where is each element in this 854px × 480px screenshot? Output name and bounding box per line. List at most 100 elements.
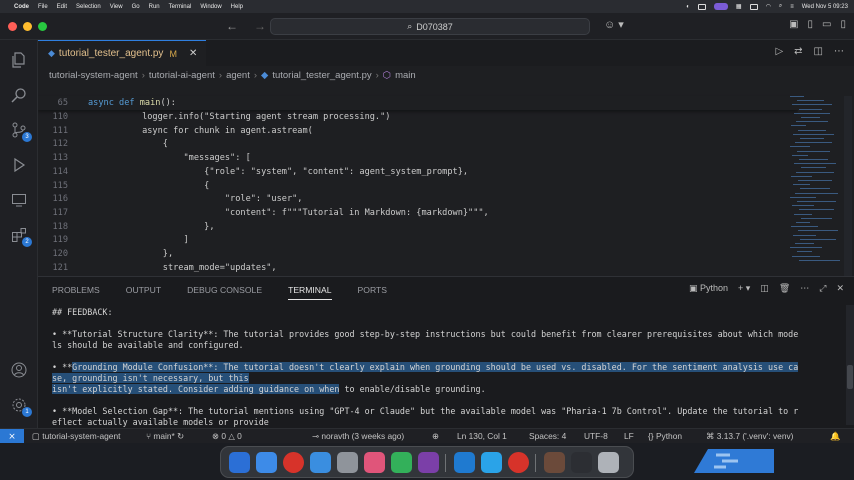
kill-terminal-icon[interactable]: 🗑 bbox=[779, 283, 790, 294]
language-mode[interactable]: {} Python bbox=[648, 431, 682, 441]
search-tray-icon[interactable]: ⌕ bbox=[779, 3, 782, 10]
remote-explorer-icon[interactable] bbox=[9, 190, 29, 210]
run-file-icon[interactable]: ▷ bbox=[775, 46, 783, 57]
open-changes-icon[interactable]: ⇄ bbox=[794, 46, 802, 57]
breadcrumb-item[interactable]: tutorial-system-agent bbox=[49, 70, 138, 81]
finder-icon[interactable] bbox=[229, 452, 250, 473]
trash-icon[interactable] bbox=[598, 452, 619, 473]
menu-run[interactable]: Run bbox=[149, 4, 160, 10]
grid-tray-icon[interactable]: ▦ bbox=[736, 3, 742, 10]
code-editor[interactable]: 65 async def main(): 110 logger.info("St… bbox=[38, 83, 798, 276]
close-panel-icon[interactable]: ✕ bbox=[836, 283, 844, 294]
chrome-icon[interactable] bbox=[283, 452, 304, 473]
slack-icon[interactable] bbox=[364, 452, 385, 473]
tab-terminal[interactable]: TERMINAL bbox=[288, 285, 332, 300]
problems-count[interactable]: ⊗ 0 △ 0 bbox=[212, 431, 242, 441]
editor-scrollbar[interactable] bbox=[844, 96, 852, 276]
menu-help[interactable]: Help bbox=[231, 4, 243, 10]
branch-folder[interactable]: ▢ tutorial-system-agent bbox=[32, 431, 120, 441]
more-actions-icon[interactable]: ⋯ bbox=[834, 46, 844, 57]
forward-arrow-icon[interactable]: → bbox=[254, 19, 266, 33]
terminal-icon: ▣ bbox=[688, 283, 698, 293]
manage-gear-icon[interactable]: 1 bbox=[9, 395, 32, 417]
terminal-output[interactable]: ## FEEDBACK: • **Tutorial Structure Clar… bbox=[52, 307, 842, 439]
explorer-icon[interactable] bbox=[9, 50, 29, 70]
toggle-secondary-sidebar-icon[interactable]: ▯ bbox=[840, 19, 846, 30]
safari-icon[interactable] bbox=[310, 452, 331, 473]
window-tray-icon[interactable] bbox=[697, 3, 706, 10]
minimap-line bbox=[796, 171, 834, 173]
menu-selection[interactable]: Selection bbox=[76, 4, 101, 10]
split-editor-icon[interactable]: ◫ bbox=[814, 46, 823, 57]
window-thumbnail-icon[interactable] bbox=[544, 452, 565, 473]
search-view-icon[interactable] bbox=[9, 85, 29, 105]
terminal-scrollbar[interactable] bbox=[846, 305, 854, 425]
git-blame[interactable]: ⊸ noravth (3 weeks ago) bbox=[312, 431, 404, 441]
notifications-icon[interactable]: 🔔 bbox=[830, 431, 840, 442]
window-thumbnail-icon[interactable] bbox=[571, 452, 592, 473]
minimap-line bbox=[793, 184, 810, 186]
close-window-button[interactable] bbox=[8, 22, 17, 31]
toggle-panel-icon[interactable]: ▭ bbox=[822, 19, 831, 30]
command-center-search[interactable]: ⌕ D070387 bbox=[270, 18, 590, 35]
python-interpreter[interactable]: ⌘ 3.13.7 ('.venv': venv) bbox=[706, 431, 793, 441]
control-center-icon[interactable]: ≡ bbox=[790, 4, 794, 10]
extensions-icon[interactable]: 2 bbox=[9, 225, 32, 247]
run-debug-icon[interactable] bbox=[9, 155, 29, 175]
menu-app-name[interactable]: Code bbox=[14, 4, 29, 10]
clock[interactable]: Wed Nov 5 09:23 bbox=[802, 4, 848, 10]
more-icon[interactable]: ⋯ bbox=[800, 283, 809, 294]
end-of-line[interactable]: LF bbox=[624, 431, 634, 441]
breadcrumb-item[interactable]: agent bbox=[226, 70, 250, 81]
customize-layout-icon[interactable]: ▣ bbox=[789, 19, 798, 30]
breadcrumb-item[interactable]: main bbox=[395, 70, 416, 81]
app-store-icon[interactable] bbox=[256, 452, 277, 473]
battery-icon[interactable] bbox=[749, 3, 758, 10]
recording-tray-icon[interactable] bbox=[713, 3, 728, 10]
indentation[interactable]: Spaces: 4 bbox=[529, 431, 566, 441]
tab-debug-console[interactable]: DEBUG CONSOLE bbox=[187, 285, 262, 300]
new-terminal-icon[interactable]: + ▾ bbox=[738, 283, 750, 294]
breadcrumb-item[interactable]: tutorial_tester_agent.py bbox=[272, 70, 371, 81]
menu-edit[interactable]: Edit bbox=[57, 4, 67, 10]
account-icon[interactable] bbox=[9, 360, 29, 380]
menu-go[interactable]: Go bbox=[132, 4, 140, 10]
scroll-thumb[interactable] bbox=[847, 365, 853, 389]
chrome-icon[interactable] bbox=[508, 452, 529, 473]
split-terminal-icon[interactable]: ◫ bbox=[760, 283, 769, 294]
lock-app-icon[interactable] bbox=[391, 452, 412, 473]
line-number: 117 bbox=[52, 207, 68, 218]
encoding[interactable]: UTF-8 bbox=[584, 431, 608, 441]
minimap[interactable] bbox=[790, 96, 842, 276]
tab-tutorial-tester-agent[interactable]: ◆ tutorial_tester_agent.py M ✕ bbox=[38, 40, 206, 66]
onenote-icon[interactable] bbox=[418, 452, 439, 473]
edge-icon[interactable] bbox=[481, 452, 502, 473]
menu-terminal[interactable]: Terminal bbox=[169, 4, 192, 10]
copilot-icon[interactable]: ☺ ▾ bbox=[604, 18, 624, 31]
menu-view[interactable]: View bbox=[110, 4, 123, 10]
remote-indicator-icon[interactable]: ⨯ bbox=[0, 429, 24, 443]
wifi-icon[interactable]: ◠ bbox=[766, 3, 771, 10]
source-control-icon[interactable]: 3 bbox=[9, 120, 32, 142]
back-arrow-icon[interactable]: ← bbox=[226, 19, 238, 33]
status-tray-icon[interactable]: ◐ bbox=[686, 4, 690, 10]
line-number: 115 bbox=[52, 180, 68, 191]
minimize-window-button[interactable] bbox=[23, 22, 32, 31]
menu-file[interactable]: File bbox=[38, 4, 48, 10]
terminal-profile[interactable]: ▣ Python bbox=[689, 283, 728, 294]
maximize-panel-icon[interactable]: ⤢ bbox=[819, 283, 826, 294]
tab-problems[interactable]: PROBLEMS bbox=[52, 285, 100, 300]
tab-output[interactable]: OUTPUT bbox=[126, 285, 161, 300]
toggle-sidebar-icon[interactable]: ▯ bbox=[808, 19, 814, 30]
cursor-position[interactable]: Ln 130, Col 1 bbox=[457, 431, 507, 441]
zoom-search-icon[interactable]: ⊕ bbox=[432, 431, 439, 441]
line-number: 111 bbox=[52, 125, 68, 136]
vscode-icon[interactable] bbox=[454, 452, 475, 473]
breadcrumb-item[interactable]: tutorial-ai-agent bbox=[149, 70, 215, 81]
tab-ports[interactable]: PORTS bbox=[358, 285, 387, 300]
system-settings-icon[interactable] bbox=[337, 452, 358, 473]
menu-window[interactable]: Window bbox=[200, 4, 221, 10]
zoom-window-button[interactable] bbox=[38, 22, 47, 31]
close-tab-icon[interactable]: ✕ bbox=[189, 48, 197, 59]
git-branch[interactable]: ⑂ main* ↻ bbox=[146, 431, 184, 441]
